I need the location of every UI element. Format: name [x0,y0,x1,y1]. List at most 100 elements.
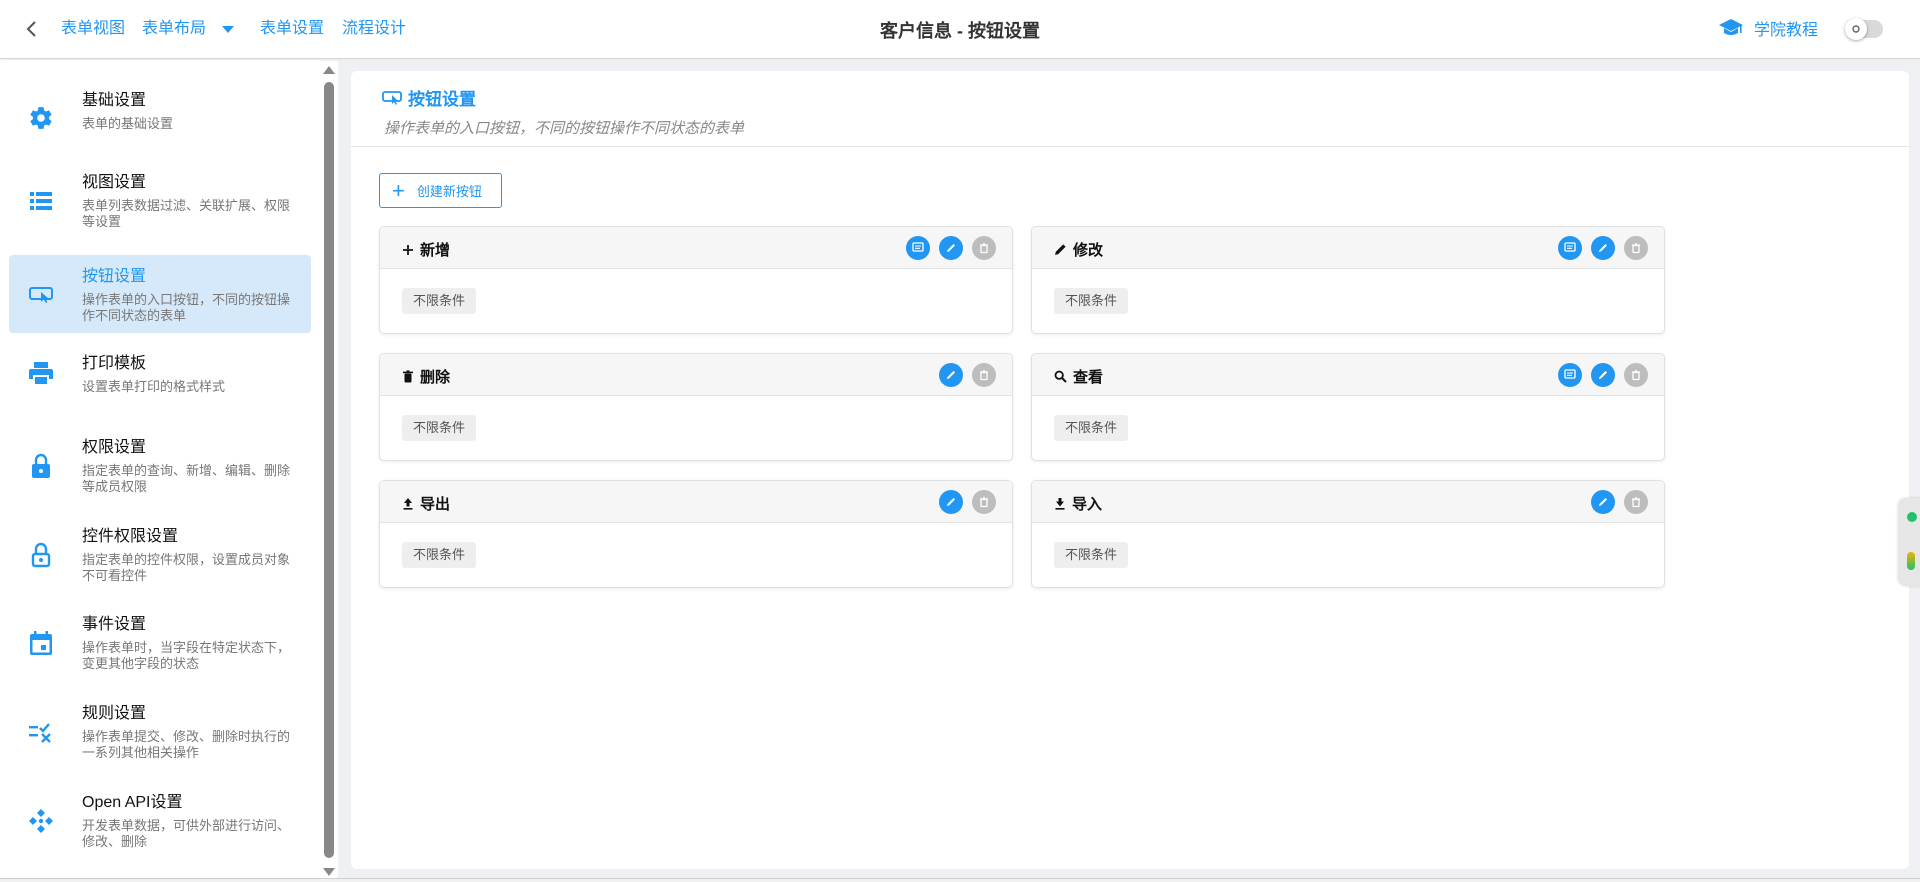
delete-button[interactable] [1624,236,1648,260]
trash-icon [403,370,413,383]
button-card-delete: 删除 不限条件 [379,353,1013,461]
sidebar-item-permissions[interactable]: 权限设置 指定表单的查询、新增、编辑、删除等成员权限 [9,426,311,506]
edit-button[interactable] [939,363,963,387]
card-header: 导出 [380,481,1012,523]
scroll-thumb[interactable] [324,82,334,858]
sidebar-item-open-api[interactable]: Open API设置 开发表单数据，可供外部进行访问、修改、删除 [9,781,311,861]
nav-flow-design[interactable]: 流程设计 [342,19,406,39]
edit-button[interactable] [1591,490,1615,514]
button-icon [27,280,55,308]
delete-button[interactable] [972,236,996,260]
pencil-icon [1055,244,1066,255]
pencil-icon [1599,371,1607,379]
list-icon [27,187,55,215]
condition-chip: 不限条件 [402,542,477,568]
pencil-icon [947,498,955,506]
trash-icon [1632,243,1640,254]
trash-icon [980,497,988,508]
back-button[interactable] [20,17,44,41]
scroll-down-icon[interactable] [323,868,335,876]
edit-button[interactable] [1591,236,1615,260]
scroll-up-icon[interactable] [323,66,335,74]
button-settings-panel: 按钮设置 操作表单的入口按钮，不同的按钮操作不同状态的表单 + 创建新按钮 新增… [351,71,1909,869]
page-title: 客户信息 - 按钮设置 [880,21,1040,41]
sidebar-item-desc: 操作表单时，当字段在特定状态下，变更其他字段的状态 [82,640,291,671]
lock-outline-icon [27,541,55,569]
sidebar-item-print[interactable]: 打印模板 设置表单打印的格式样式 [9,342,311,404]
graduation-cap-icon [1719,19,1743,35]
sidebar-item-desc: 开发表单数据，可供外部进行访问、修改、删除 [82,818,291,849]
delete-button[interactable] [972,363,996,387]
card-title: 修改 [1073,242,1104,259]
pencil-icon [947,371,955,379]
plus-icon [403,244,413,255]
panel-subtitle: 操作表单的入口按钮，不同的按钮操作不同状态的表单 [384,120,745,137]
comment-button[interactable] [1558,363,1582,387]
sidebar-item-desc: 操作表单的入口按钮，不同的按钮操作不同状态的表单 [82,292,291,323]
comment-icon [1564,242,1576,252]
pencil-icon [1599,498,1607,506]
sidebar-item-rules[interactable]: 规则设置 操作表单提交、修改、删除时执行的一系列其他相关操作 [9,692,311,772]
button-card-add: 新增 不限条件 [379,226,1013,334]
sidebar-item-desc: 指定表单的控件权限，设置成员对象不可看控件 [82,552,291,583]
academy-label: 学院教程 [1754,22,1819,39]
sidebar-scrollbar[interactable] [322,62,336,880]
delete-button[interactable] [1624,490,1648,514]
magnifier-icon [1054,370,1067,383]
academy-link[interactable]: 学院教程 [1718,16,1818,40]
floating-helper-widget[interactable] [1898,498,1920,586]
gear-icon [27,104,55,132]
lock-icon [27,452,55,480]
sidebar-item-control-permissions[interactable]: 控件权限设置 指定表单的控件权限，设置成员对象不可看控件 [9,515,311,595]
delete-button[interactable] [972,490,996,514]
edit-button[interactable] [1591,363,1615,387]
delete-button[interactable] [1624,363,1648,387]
create-button[interactable]: + 创建新按钮 [379,173,502,208]
sidebar-item-title: Open API设置 [82,794,183,811]
status-bar-icon [1907,552,1915,570]
upload-icon [403,498,413,510]
trash-icon [1632,370,1640,381]
comment-button[interactable] [1558,236,1582,260]
plus-icon: + [392,177,405,203]
comment-button[interactable] [906,236,930,260]
card-header: 删除 [380,354,1012,396]
theme-toggle[interactable] [1845,18,1883,40]
sidebar-item-basic[interactable]: 基础设置 表单的基础设置 [9,79,311,157]
button-card-view: 查看 不限条件 [1031,353,1665,461]
card-title: 导出 [420,496,451,513]
button-icon [382,90,402,105]
settings-sidebar: 基础设置 表单的基础设置 视图设置 表单列表数据过滤、关联扩展、权限等设置 按钮… [0,60,320,878]
sidebar-item-view[interactable]: 视图设置 表单列表数据过滤、关联扩展、权限等设置 [9,161,311,241]
download-icon [1055,498,1065,510]
condition-chip: 不限条件 [1054,288,1129,314]
sidebar-item-title: 权限设置 [82,439,147,456]
panel-title: 按钮设置 [408,90,476,109]
comment-icon [912,242,924,252]
chevron-down-icon[interactable] [222,26,234,33]
nav-form-layout[interactable]: 表单布局 [142,19,206,39]
card-header: 导入 [1032,481,1664,523]
sun-icon [1845,18,1867,40]
sidebar-item-events[interactable]: 事件设置 操作表单时，当字段在特定状态下，变更其他字段的状态 [9,603,311,683]
top-bar: 表单视图 表单布局 表单设置 流程设计 客户信息 - 按钮设置 学院教程 [0,0,1920,59]
sidebar-item-desc: 设置表单打印的格式样式 [82,379,226,394]
condition-chip: 不限条件 [402,415,477,441]
sidebar-item-title: 事件设置 [82,616,147,633]
api-icon [27,807,55,835]
sidebar-item-title: 规则设置 [82,705,147,722]
trash-icon [1632,497,1640,508]
card-title: 删除 [420,369,451,386]
sidebar-item-title: 视图设置 [82,174,147,191]
nav-form-view[interactable]: 表单视图 [61,19,125,39]
edit-button[interactable] [939,236,963,260]
button-card-edit: 修改 不限条件 [1031,226,1665,334]
sidebar-item-title: 控件权限设置 [82,528,179,545]
trash-icon [980,370,988,381]
button-card-export: 导出 不限条件 [379,480,1013,588]
edit-button[interactable] [939,490,963,514]
sidebar-item-buttons[interactable]: 按钮设置 操作表单的入口按钮，不同的按钮操作不同状态的表单 [9,255,311,333]
nav-form-settings[interactable]: 表单设置 [260,19,324,39]
status-dot-icon [1907,512,1917,522]
sidebar-item-title: 按钮设置 [82,268,147,285]
